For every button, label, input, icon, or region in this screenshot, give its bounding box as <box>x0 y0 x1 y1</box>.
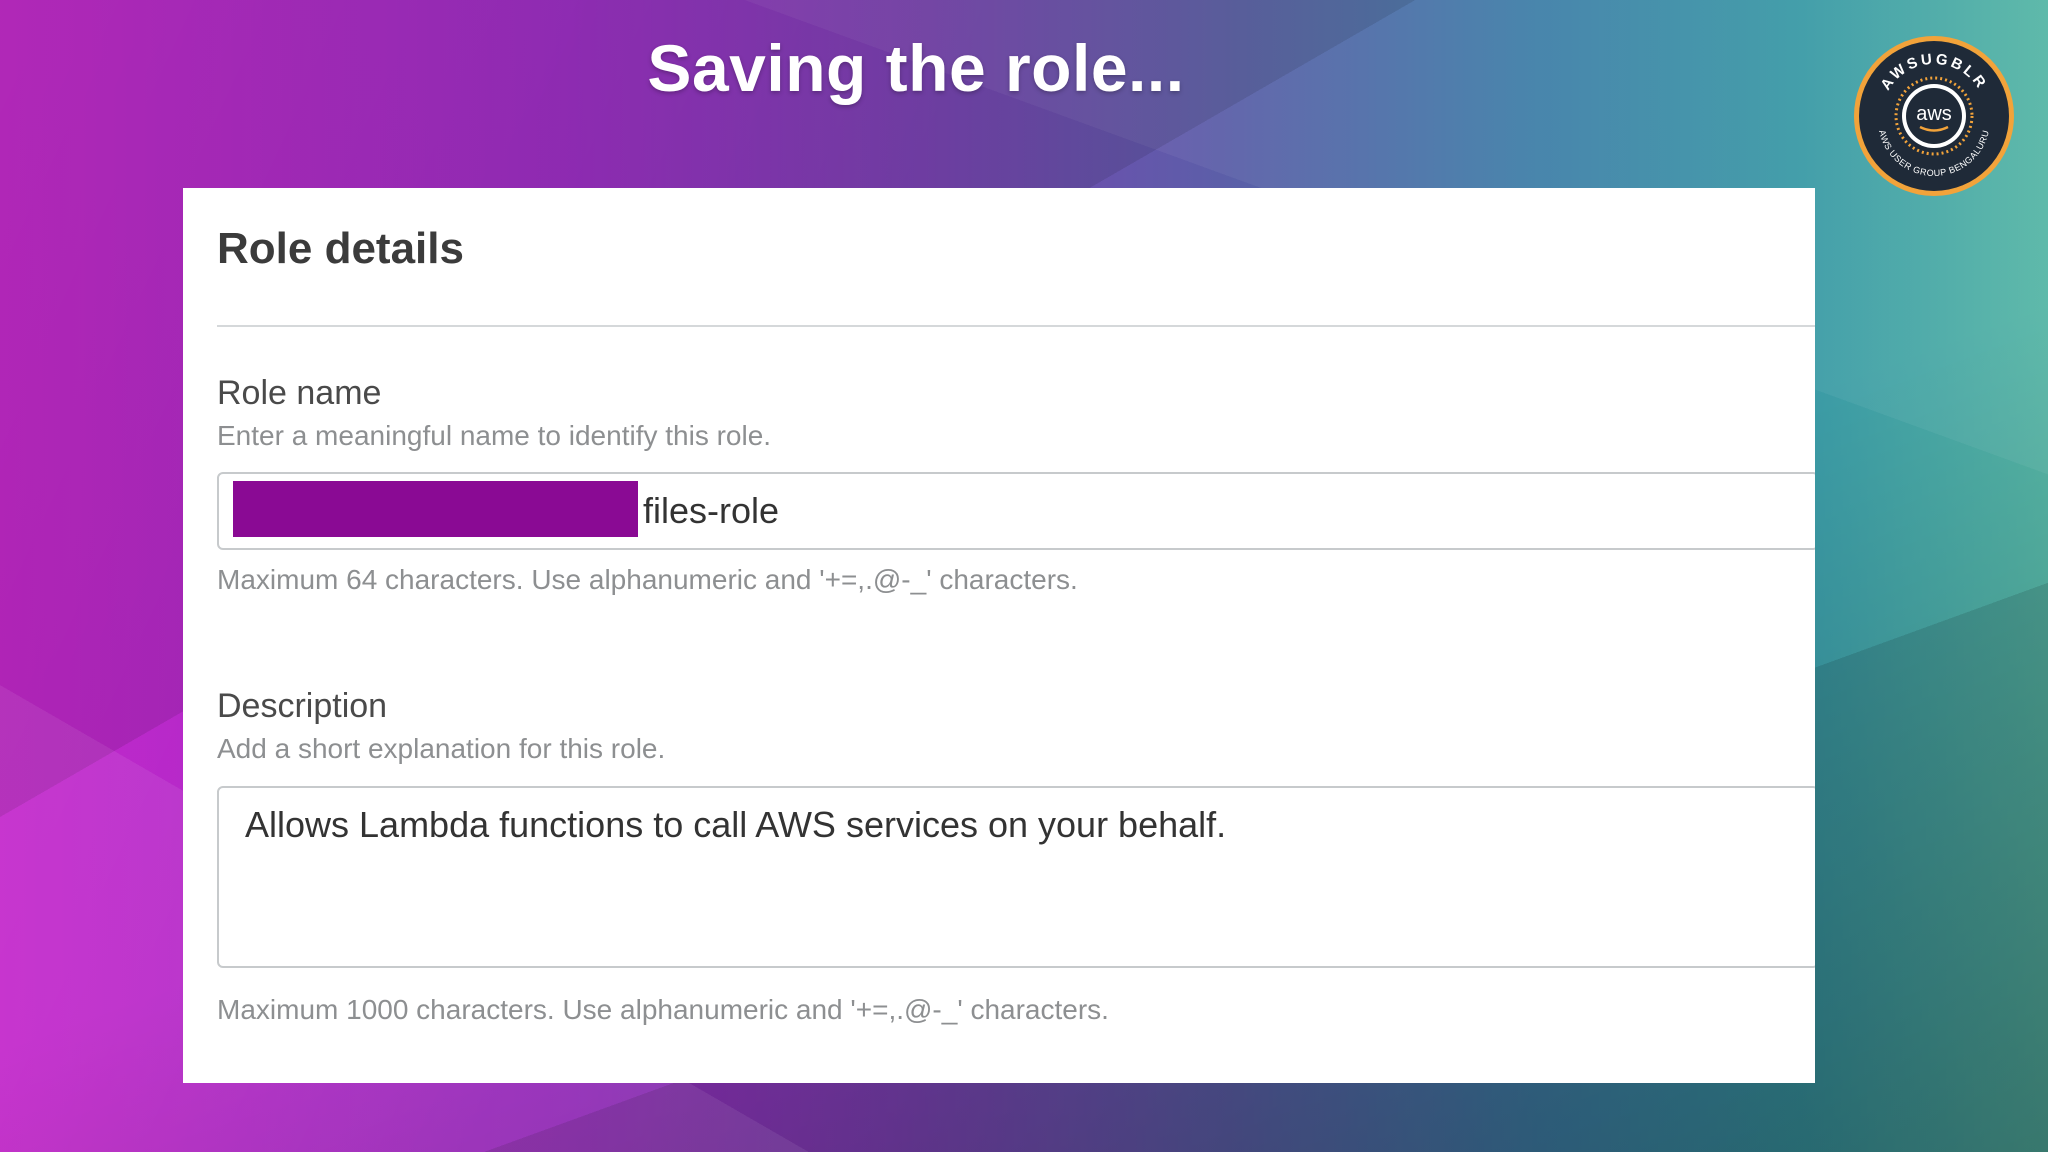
redacted-text-block <box>233 481 638 537</box>
description-label: Description <box>217 687 388 725</box>
slide-title: Saving the role... <box>647 31 1185 105</box>
description-constraint: Maximum 1000 characters. Use alphanumeri… <box>217 994 1109 1025</box>
aws-user-group-logo: AWSUGBLR AWS USER GROUP BENGALURU aws <box>1854 36 2014 196</box>
badge-center-text: aws <box>1916 103 1952 125</box>
description-textarea[interactable]: Allows Lambda functions to call AWS serv… <box>217 786 1815 968</box>
divider <box>217 325 1815 327</box>
role-details-panel: Role details Role name Enter a meaningfu… <box>183 188 1815 1083</box>
description-hint: Add a short explanation for this role. <box>217 733 666 764</box>
role-name-input[interactable]: files-role <box>217 472 1815 550</box>
role-name-hint: Enter a meaningful name to identify this… <box>217 420 772 451</box>
role-name-value: files-role <box>643 490 780 531</box>
section-heading: Role details <box>217 224 464 273</box>
role-name-label: Role name <box>217 374 382 412</box>
role-name-constraint: Maximum 64 characters. Use alphanumeric … <box>217 564 1078 595</box>
description-value: Allows Lambda functions to call AWS serv… <box>245 804 1227 845</box>
